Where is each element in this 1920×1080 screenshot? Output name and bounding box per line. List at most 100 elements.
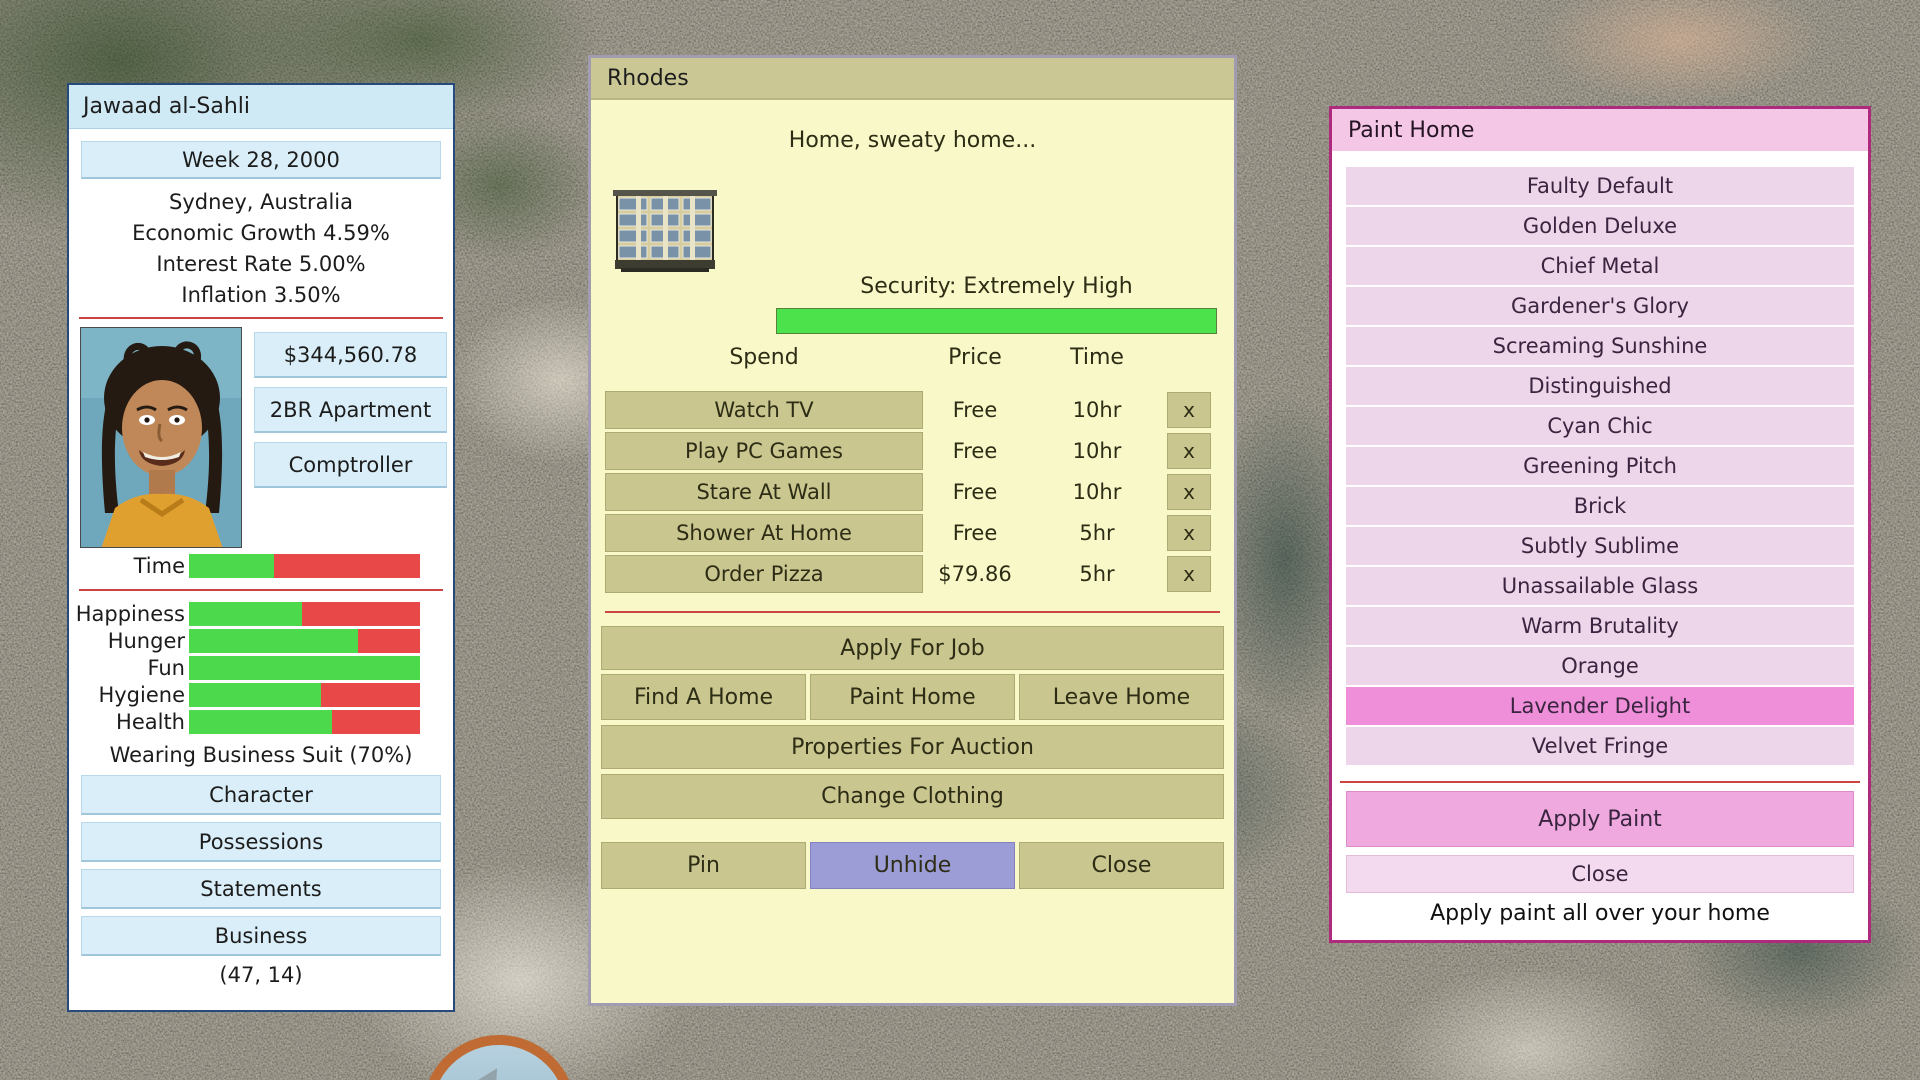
character-button[interactable]: Character: [81, 775, 441, 815]
time-cell: 10hr: [1027, 398, 1167, 422]
portrait-illustration: [81, 328, 242, 548]
possessions-button[interactable]: Possessions: [81, 822, 441, 862]
time-bar: [189, 554, 420, 578]
leave-home-button[interactable]: Leave Home: [1019, 674, 1224, 720]
spend-header: Spend: [605, 345, 923, 370]
remove-activity-button[interactable]: x: [1167, 515, 1211, 551]
paint-option[interactable]: Golden Deluxe: [1346, 207, 1854, 245]
spend-table-headers: Spend Price Time: [605, 345, 1167, 370]
portrait-row: $344,560.78 2BR Apartment Comptroller: [69, 327, 453, 548]
security-bar-fill: [777, 309, 1216, 333]
home-panel: Rhodes Home, sweaty home... Security: Ex…: [588, 55, 1237, 1006]
close-button[interactable]: Close: [1019, 842, 1224, 889]
job-button[interactable]: Comptroller: [254, 442, 447, 488]
security-label: Security: Extremely High: [776, 274, 1217, 299]
paint-option[interactable]: Faulty Default: [1346, 167, 1854, 205]
paint-option[interactable]: Distinguished: [1346, 367, 1854, 405]
map-coordinates: (47, 14): [69, 963, 453, 987]
price-cell: Free: [923, 398, 1027, 422]
home-panel-title: Rhodes: [591, 58, 1234, 100]
stat-row-fun: Fun: [69, 656, 453, 680]
stare-at-wall-button[interactable]: Stare At Wall: [605, 473, 923, 511]
change-clothing-button[interactable]: Change Clothing: [601, 774, 1224, 819]
paint-close-button[interactable]: Close: [1346, 855, 1854, 893]
character-panel: Jawaad al-Sahli Week 28, 2000 Sydney, Au…: [67, 83, 455, 1012]
separator: [79, 317, 443, 319]
info-interest-rate: Interest Rate 5.00%: [69, 249, 453, 280]
price-cell: Free: [923, 439, 1027, 463]
stat-row-happiness: Happiness: [69, 602, 453, 626]
apartment-building-icon: [611, 188, 719, 273]
remove-activity-button[interactable]: x: [1167, 433, 1211, 469]
health-bar: [189, 710, 420, 734]
time-cell: 10hr: [1027, 439, 1167, 463]
character-portrait: [80, 327, 242, 548]
stat-row-health: Health: [69, 710, 453, 734]
time-cell: 5hr: [1027, 562, 1167, 586]
properties-for-auction-button[interactable]: Properties For Auction: [601, 725, 1224, 769]
table-row: Stare At Wall Free 10hr x: [605, 473, 1223, 511]
paint-caption: Apply paint all over your home: [1332, 901, 1868, 926]
happiness-bar: [189, 602, 420, 626]
security-bar: [776, 308, 1217, 334]
stat-row-hygiene: Hygiene: [69, 683, 453, 707]
paint-home-button[interactable]: Paint Home: [810, 674, 1015, 720]
apply-paint-button[interactable]: Apply Paint: [1346, 791, 1854, 847]
shower-at-home-button[interactable]: Shower At Home: [605, 514, 923, 552]
separator: [79, 589, 443, 591]
unhide-button[interactable]: Unhide: [810, 842, 1015, 889]
home-greeting: Home, sweaty home...: [591, 128, 1234, 153]
character-menu-buttons: Character Possessions Statements Busines…: [81, 775, 441, 956]
paint-option[interactable]: Orange: [1346, 647, 1854, 685]
paint-option[interactable]: Cyan Chic: [1346, 407, 1854, 445]
paint-option[interactable]: Greening Pitch: [1346, 447, 1854, 485]
price-cell: Free: [923, 480, 1027, 504]
remove-activity-button[interactable]: x: [1167, 556, 1211, 592]
paint-option[interactable]: Gardener's Glory: [1346, 287, 1854, 325]
paint-option[interactable]: Velvet Fringe: [1346, 727, 1854, 765]
week-button[interactable]: Week 28, 2000: [81, 141, 441, 179]
time-stat-row: Time: [69, 554, 453, 578]
time-label: Time: [69, 554, 189, 578]
table-row: Play PC Games Free 10hr x: [605, 432, 1223, 470]
time-cell: 5hr: [1027, 521, 1167, 545]
stat-row-hunger: Hunger: [69, 629, 453, 653]
remove-activity-button[interactable]: x: [1167, 392, 1211, 428]
paint-option[interactable]: Unassailable Glass: [1346, 567, 1854, 605]
business-button[interactable]: Business: [81, 916, 441, 956]
info-inflation: Inflation 3.50%: [69, 280, 453, 311]
time-bar-fill: [189, 554, 274, 578]
price-cell: $79.86: [923, 562, 1027, 586]
paint-option[interactable]: Brick: [1346, 487, 1854, 525]
table-row: Shower At Home Free 5hr x: [605, 514, 1223, 552]
remove-activity-button[interactable]: x: [1167, 474, 1211, 510]
table-row: Order Pizza $79.86 5hr x: [605, 555, 1223, 593]
apply-for-job-button[interactable]: Apply For Job: [601, 626, 1224, 670]
paint-options-list: Faulty Default Golden Deluxe Chief Metal…: [1346, 167, 1854, 767]
pin-button[interactable]: Pin: [601, 842, 806, 889]
order-pizza-button[interactable]: Order Pizza: [605, 555, 923, 593]
play-pc-games-button[interactable]: Play PC Games: [605, 432, 923, 470]
emblem-fin-shape: [440, 1052, 520, 1080]
game-viewport: Jawaad al-Sahli Week 28, 2000 Sydney, Au…: [0, 0, 1920, 1080]
character-summary-column: $344,560.78 2BR Apartment Comptroller: [254, 327, 447, 548]
paint-option-selected[interactable]: Lavender Delight: [1346, 687, 1854, 725]
price-header: Price: [923, 345, 1027, 370]
paint-option[interactable]: Chief Metal: [1346, 247, 1854, 285]
home-button[interactable]: 2BR Apartment: [254, 387, 447, 433]
fun-bar: [189, 656, 420, 680]
watch-tv-button[interactable]: Watch TV: [605, 391, 923, 429]
paint-option[interactable]: Screaming Sunshine: [1346, 327, 1854, 365]
paint-panel-title: Paint Home: [1332, 109, 1868, 151]
statements-button[interactable]: Statements: [81, 869, 441, 909]
home-actions-row: Find A Home Paint Home Leave Home: [601, 674, 1224, 720]
separator: [1340, 781, 1860, 783]
character-panel-title: Jawaad al-Sahli: [69, 85, 453, 129]
info-economic-growth: Economic Growth 4.59%: [69, 218, 453, 249]
paint-option[interactable]: Subtly Sublime: [1346, 527, 1854, 565]
find-a-home-button[interactable]: Find A Home: [601, 674, 806, 720]
time-header: Time: [1027, 345, 1167, 370]
info-city: Sydney, Australia: [69, 187, 453, 218]
paint-option[interactable]: Warm Brutality: [1346, 607, 1854, 645]
cash-button[interactable]: $344,560.78: [254, 332, 447, 378]
